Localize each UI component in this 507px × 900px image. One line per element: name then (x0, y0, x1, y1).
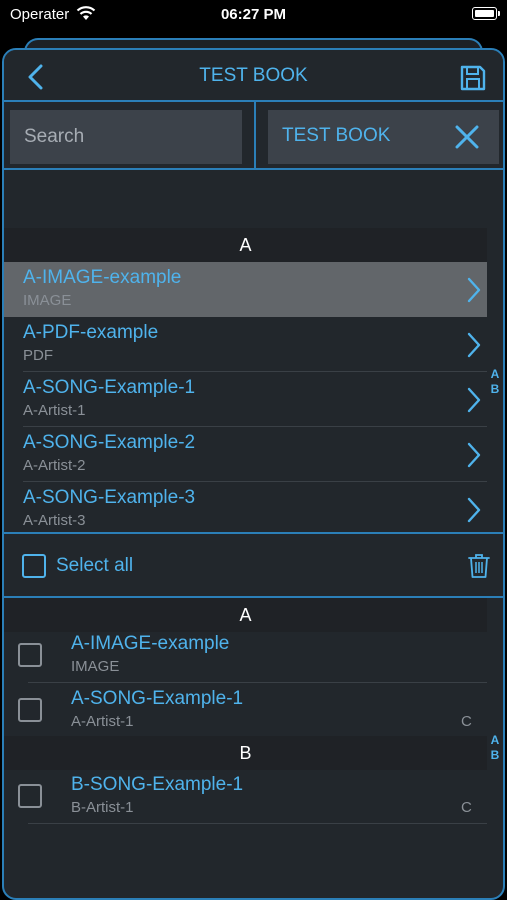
index-letter-a[interactable]: A (488, 733, 502, 747)
index-letter-b[interactable]: B (488, 748, 502, 762)
list-item[interactable]: A-SONG-Example-1 A-Artist-1 (4, 372, 487, 427)
list-item[interactable]: A-PDF-example PDF (4, 317, 487, 372)
item-title: A-IMAGE-example (71, 633, 230, 654)
battery-tip (498, 11, 500, 16)
item-title: A-PDF-example (23, 322, 159, 343)
item-title: A-SONG-Example-1 (23, 377, 196, 398)
save-icon[interactable] (459, 64, 487, 97)
chevron-right-icon (467, 442, 481, 473)
chevron-right-icon (467, 387, 481, 418)
item-title: B-SONG-Example-1 (71, 774, 244, 795)
section-header: B (4, 736, 487, 770)
checkbox-icon[interactable] (18, 698, 42, 722)
chevron-right-icon (467, 332, 481, 363)
divider (254, 102, 256, 168)
index-letter-a[interactable]: A (488, 367, 502, 381)
clock: 06:27 PM (220, 6, 287, 23)
item-subtitle: A-Artist-3 (23, 512, 86, 529)
select-all-label[interactable]: Select all (56, 555, 133, 577)
search-input[interactable] (10, 110, 242, 164)
book-filter[interactable]: TEST BOOK (268, 110, 499, 164)
list-item[interactable]: A-SONG-Example-2 A-Artist-2 (4, 427, 487, 482)
nav-header: TEST BOOK (4, 50, 503, 102)
row-separator (28, 823, 487, 824)
item-subtitle: B-Artist-1 (71, 799, 134, 816)
section-header: A (4, 228, 487, 262)
item-title: A-SONG-Example-1 (71, 688, 244, 709)
item-subtitle: A-Artist-1 (71, 713, 134, 730)
search-box (10, 110, 242, 164)
trash-icon[interactable] (468, 553, 490, 584)
item-title: A-SONG-Example-2 (23, 432, 196, 453)
close-icon[interactable] (454, 124, 480, 155)
index-letter-b[interactable]: B (488, 382, 502, 396)
checkbox-icon[interactable] (18, 784, 42, 808)
item-title: A-IMAGE-example (23, 267, 182, 288)
item-subtitle: PDF (23, 347, 53, 364)
chevron-right-icon (467, 277, 481, 308)
item-tag: C (461, 799, 472, 816)
item-tag: C (461, 713, 472, 730)
chevron-right-icon (467, 497, 481, 528)
status-bar: Operater 06:27 PM (0, 0, 507, 30)
item-subtitle: A-Artist-2 (23, 457, 86, 474)
book-list-item[interactable]: B-SONG-Example-1 B-Artist-1 C (4, 769, 487, 824)
battery-icon (472, 7, 497, 20)
book-list-item[interactable]: A-IMAGE-example IMAGE (4, 628, 487, 683)
book-filter-label: TEST BOOK (282, 125, 391, 146)
select-all-checkbox[interactable] (22, 554, 46, 578)
select-all-bar: Select all (4, 532, 503, 598)
item-subtitle: IMAGE (23, 292, 72, 309)
checkbox-icon[interactable] (18, 643, 42, 667)
page-title: TEST BOOK (199, 65, 308, 86)
list-spacer (4, 170, 503, 228)
list-item[interactable]: A-SONG-Example-3 A-Artist-3 (4, 482, 487, 537)
item-subtitle: A-Artist-1 (23, 402, 86, 419)
book-list-item[interactable]: A-SONG-Example-1 A-Artist-1 C (4, 683, 487, 738)
book-panel: TEST BOOK TEST BOOK A A-IMAGE-example IM… (2, 48, 505, 900)
section-header: A (4, 598, 487, 632)
item-subtitle: IMAGE (71, 658, 120, 675)
item-title: A-SONG-Example-3 (23, 487, 196, 508)
search-row: TEST BOOK (4, 102, 503, 170)
list-item[interactable]: A-IMAGE-example IMAGE (4, 262, 487, 317)
